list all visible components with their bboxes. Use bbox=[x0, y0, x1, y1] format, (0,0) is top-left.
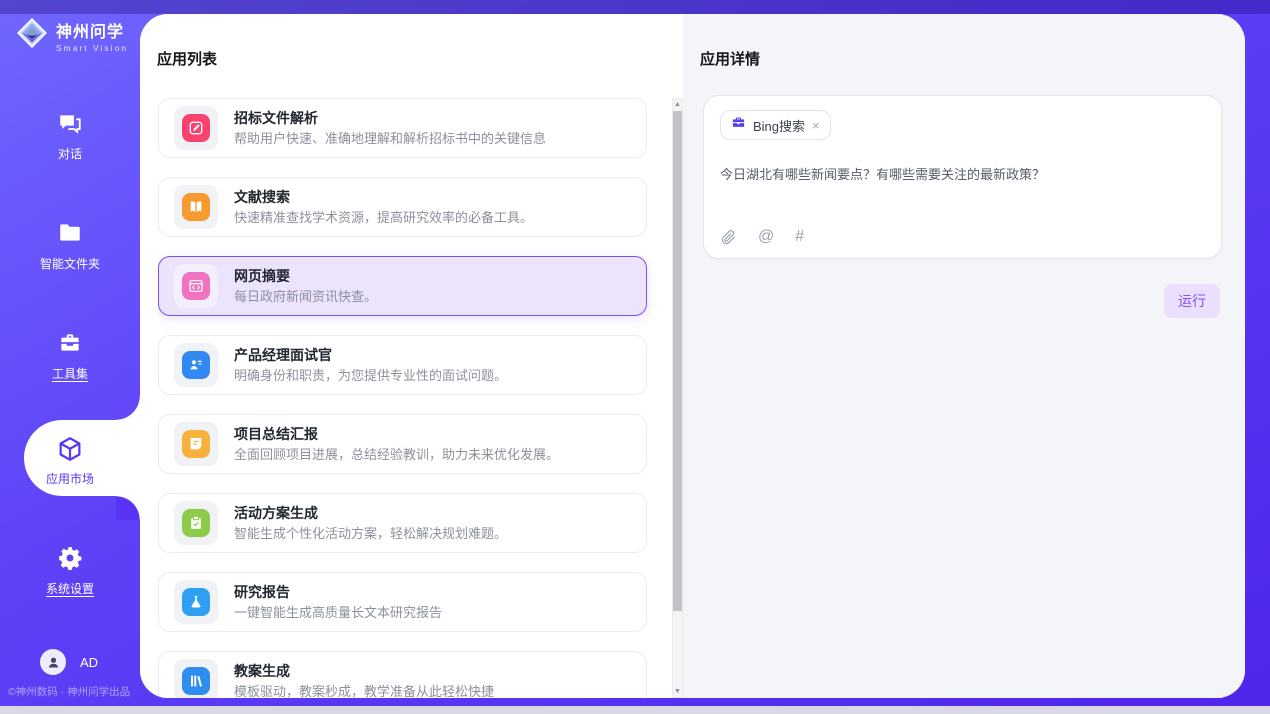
app-icon-box bbox=[174, 106, 218, 150]
app-description: 每日政府新闻资讯快查。 bbox=[234, 288, 377, 305]
app-list: 招标文件解析帮助用户快速、准确地理解和解析招标书中的关键信息文献搜索快速精准查找… bbox=[158, 98, 671, 698]
app-description: 明确身份和职责，为您提供专业性的面试问题。 bbox=[234, 367, 507, 384]
window-bottom-frame bbox=[0, 706, 1270, 714]
app-detail-title: 应用详情 bbox=[683, 14, 1245, 69]
app-list-title: 应用列表 bbox=[140, 14, 683, 69]
scroll-up-icon[interactable]: ▲ bbox=[673, 99, 682, 110]
user-account[interactable]: AD bbox=[40, 649, 98, 675]
note-icon bbox=[182, 430, 210, 458]
app-detail-pane: 应用详情 Bing搜索 × 今日湖北有哪些新闻要点？有哪些需要关注的最新政策？ … bbox=[683, 14, 1245, 698]
app-name: 文献搜索 bbox=[234, 188, 533, 206]
browser-code-icon bbox=[182, 272, 210, 300]
app-icon-box bbox=[174, 185, 218, 229]
toolbox-icon bbox=[0, 330, 140, 360]
sidebar-item-label: 对话 bbox=[58, 145, 82, 162]
app-icon-box bbox=[174, 501, 218, 545]
hash-icon[interactable]: # bbox=[795, 228, 804, 246]
sidebar-item-label: 工具集 bbox=[52, 365, 88, 382]
run-button[interactable]: 运行 bbox=[1164, 284, 1220, 318]
books-icon bbox=[182, 667, 210, 695]
app-name: 项目总结汇报 bbox=[234, 425, 559, 443]
brand-subtitle: Smart Vision bbox=[56, 43, 128, 53]
sidebar-item-toolset[interactable]: 工具集 bbox=[0, 330, 140, 383]
app-description: 一键智能生成高质量长文本研究报告 bbox=[234, 604, 442, 621]
app-list-scrollbar[interactable]: ▲ ▼ bbox=[672, 98, 683, 698]
sidebar-item-chat[interactable]: 对话 bbox=[0, 110, 140, 163]
app-name: 网页摘要 bbox=[234, 267, 377, 285]
app-description: 模板驱动，教案秒成，教学准备从此轻松快捷 bbox=[234, 683, 494, 698]
book-icon bbox=[182, 193, 210, 221]
app-icon-box bbox=[174, 580, 218, 624]
app-card[interactable]: 教案生成模板驱动，教案秒成，教学准备从此轻松快捷 bbox=[158, 651, 647, 698]
cube-icon bbox=[0, 435, 140, 465]
app-card[interactable]: 研究报告一键智能生成高质量长文本研究报告 bbox=[158, 572, 647, 632]
brand-diamond-icon bbox=[16, 17, 48, 54]
research-icon bbox=[182, 588, 210, 616]
brand-logo: 神州问学 Smart Vision bbox=[16, 17, 128, 54]
folder-icon bbox=[0, 220, 140, 250]
scrollbar-thumb[interactable] bbox=[673, 111, 682, 611]
app-icon-box bbox=[174, 659, 218, 698]
sidebar-item-label: 系统设置 bbox=[46, 580, 94, 597]
chip-close-icon[interactable]: × bbox=[812, 119, 820, 132]
input-toolbar: @# bbox=[720, 228, 1205, 246]
app-card[interactable]: 产品经理面试官明确身份和职责，为您提供专业性的面试问题。 bbox=[158, 335, 647, 395]
app-name: 招标文件解析 bbox=[234, 109, 546, 127]
app-icon-box bbox=[174, 422, 218, 466]
app-card[interactable]: 招标文件解析帮助用户快速、准确地理解和解析招标书中的关键信息 bbox=[158, 98, 647, 158]
app-icon-box bbox=[174, 343, 218, 387]
app-card[interactable]: 活动方案生成智能生成个性化活动方案，轻松解决规划难题。 bbox=[158, 493, 647, 553]
app-detail-card: Bing搜索 × 今日湖北有哪些新闻要点？有哪些需要关注的最新政策？ @# bbox=[703, 95, 1222, 259]
app-name: 教案生成 bbox=[234, 662, 494, 680]
edit-document-icon bbox=[182, 114, 210, 142]
gear-icon bbox=[0, 545, 140, 575]
tool-chip-label: Bing搜索 bbox=[753, 116, 805, 135]
app-description: 帮助用户快速、准确地理解和解析招标书中的关键信息 bbox=[234, 130, 546, 147]
app-card[interactable]: 项目总结汇报全面回顾项目进展，总结经验教训，助力未来优化发展。 bbox=[158, 414, 647, 474]
briefcase-icon bbox=[731, 115, 746, 135]
sidebar-item-label: 智能文件夹 bbox=[40, 255, 100, 272]
sidebar: 神州问学 Smart Vision 对话智能文件夹工具集应用市场系统设置 AD … bbox=[0, 0, 140, 714]
sidebar-item-label: 应用市场 bbox=[46, 470, 94, 487]
prompt-input[interactable]: 今日湖北有哪些新闻要点？有哪些需要关注的最新政策？ bbox=[720, 164, 1205, 183]
copyright-footer: ©神州数码 · 神州问学出品 bbox=[8, 684, 142, 699]
content-panel: 应用列表 招标文件解析帮助用户快速、准确地理解和解析招标书中的关键信息文献搜索快… bbox=[140, 14, 1245, 698]
app-description: 快速精准查找学术资源，提高研究效率的必备工具。 bbox=[234, 209, 533, 226]
app-name: 产品经理面试官 bbox=[234, 346, 507, 364]
window-top-frame bbox=[0, 0, 1270, 14]
app-card[interactable]: 文献搜索快速精准查找学术资源，提高研究效率的必备工具。 bbox=[158, 177, 647, 237]
app-card[interactable]: 网页摘要每日政府新闻资讯快查。 bbox=[158, 256, 647, 316]
clipboard-check-icon bbox=[182, 509, 210, 537]
at-icon[interactable]: @ bbox=[758, 228, 774, 246]
tool-chip-bing-search[interactable]: Bing搜索 × bbox=[720, 110, 831, 140]
brand-name: 神州问学 bbox=[56, 18, 128, 42]
chat-icon bbox=[0, 110, 140, 140]
interviewer-icon bbox=[182, 351, 210, 379]
user-name: AD bbox=[80, 655, 98, 670]
scroll-down-icon[interactable]: ▼ bbox=[673, 686, 682, 697]
app-icon-box bbox=[174, 264, 218, 308]
app-name: 研究报告 bbox=[234, 583, 442, 601]
user-avatar-icon bbox=[40, 649, 66, 675]
paperclip-icon[interactable] bbox=[720, 229, 737, 246]
app-name: 活动方案生成 bbox=[234, 504, 507, 522]
app-description: 全面回顾项目进展，总结经验教训，助力未来优化发展。 bbox=[234, 446, 559, 463]
app-description: 智能生成个性化活动方案，轻松解决规划难题。 bbox=[234, 525, 507, 542]
sidebar-item-app-market[interactable]: 应用市场 bbox=[0, 435, 140, 488]
sidebar-item-smart-folder[interactable]: 智能文件夹 bbox=[0, 220, 140, 273]
app-list-pane: 应用列表 招标文件解析帮助用户快速、准确地理解和解析招标书中的关键信息文献搜索快… bbox=[140, 14, 683, 698]
sidebar-item-settings[interactable]: 系统设置 bbox=[0, 545, 140, 598]
